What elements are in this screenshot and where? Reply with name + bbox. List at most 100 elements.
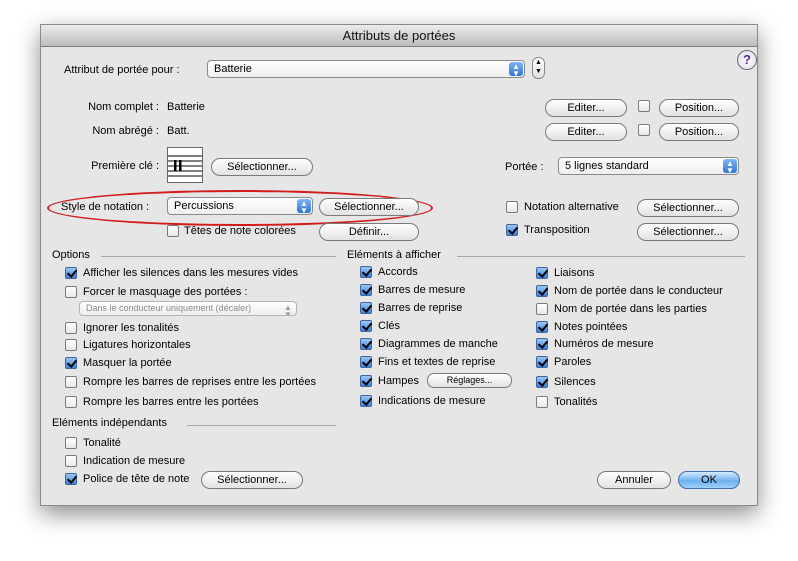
hide-staff-checkbox[interactable] [65,357,77,369]
rests-checkbox[interactable] [536,376,548,388]
short-name-value: Batt. [167,125,190,137]
full-name-position-checkbox[interactable] [638,100,650,112]
popup-arrows-icon: ▲ ▼ [284,303,292,316]
transposition-select-button[interactable]: Sélectionner... [637,223,739,241]
dotted-notes-checkbox[interactable] [536,321,548,333]
cancel-button[interactable]: Annuler [597,471,671,489]
option-label: Masquer la portée [83,357,172,369]
independent-separator [187,425,336,426]
percussion-clef-icon [168,155,202,177]
display-label: Liaisons [554,267,595,279]
independent-label: Tonalité [83,437,121,449]
option-label: Forcer le masquage des portées : [83,286,248,298]
notation-style-value: Percussions [174,200,234,212]
option-label: Afficher les silences dans les mesures v… [83,267,299,279]
options-separator [101,256,336,257]
display-label: Barres de mesure [378,284,466,296]
display-label: Clés [378,320,401,332]
display-label: Diagrammes de manche [378,338,498,350]
masking-mode-popup[interactable]: Dans le conducteur uniquement (décaler) … [79,301,297,316]
display-label: Barres de reprise [378,302,463,314]
stems-checkbox[interactable] [360,375,372,387]
notation-select-button[interactable]: Sélectionner... [319,198,419,216]
option-label: Ignorer les tonalités [83,322,179,334]
independent-title: Eléments indépendants [52,417,167,429]
full-name-position-button[interactable]: Position... [659,99,739,117]
display-separator [457,256,745,257]
staff-type-value: 5 lignes standard [565,160,649,172]
alt-notation-checkbox[interactable] [506,201,518,213]
clef-select-button[interactable]: Sélectionner... [211,158,313,176]
option-label: Rompre les barres entre les portées [83,396,259,408]
display-label: Numéros de mesure [554,338,654,350]
break-repeat-bars-checkbox[interactable] [65,376,77,388]
notation-style-label: Style de notation : [61,201,150,213]
colored-noteheads-label: Têtes de note colorées [184,225,296,237]
staff-label: Portée : [505,161,544,173]
ignore-keys-checkbox[interactable] [65,322,77,334]
display-label: Tonalités [554,396,598,408]
display-label: Indications de mesure [378,395,486,407]
endings-checkbox[interactable] [360,356,372,368]
display-title: Eléments à afficher [347,249,441,261]
lyrics-checkbox[interactable] [536,356,548,368]
key-signatures-checkbox[interactable] [536,396,548,408]
popup-arrows-icon: ▲ ▼ [509,62,523,77]
edit-short-name-button[interactable]: Editer... [545,123,627,141]
notation-style-popup[interactable]: Percussions ▲ ▼ [167,197,313,215]
independent-label: Police de tête de note [83,473,190,485]
staff-type-popup[interactable]: 5 lignes standard ▲ ▼ [558,157,739,175]
chords-checkbox[interactable] [360,266,372,278]
independent-key-checkbox[interactable] [65,437,77,449]
display-label: Nom de portée dans le conducteur [554,285,723,297]
display-label: Hampes [378,375,419,387]
staff-name-parts-checkbox[interactable] [536,303,548,315]
horizontal-beams-checkbox[interactable] [65,339,77,351]
clef-preview [167,147,203,183]
display-label: Nom de portée dans les parties [554,303,707,315]
full-name-value: Batterie [167,101,205,113]
masking-mode-value: Dans le conducteur uniquement (décaler) [86,303,252,313]
independent-time-checkbox[interactable] [65,455,77,467]
staff-for-popup[interactable]: Batterie ▲ ▼ [207,60,525,78]
repeat-bars-checkbox[interactable] [360,302,372,314]
option-label: Rompre les barres de reprises entre les … [83,376,316,388]
window-title: Attributs de portées [41,25,757,47]
staff-attributes-dialog: Attributs de portées ? Attribut de porté… [40,24,758,506]
ok-button[interactable]: OK [678,471,740,489]
independent-label: Indication de mesure [83,455,186,467]
short-name-position-checkbox[interactable] [638,124,650,136]
staff-for-label: Attribut de portée pour : [64,64,180,76]
clefs-checkbox[interactable] [360,320,372,332]
options-title: Options [52,249,90,261]
display-label: Notes pointées [554,321,628,333]
staff-for-value: Batterie [214,63,252,75]
short-name-position-button[interactable]: Position... [659,123,739,141]
staff-stepper[interactable]: ▲ ▼ [532,57,545,79]
show-rests-empty-checkbox[interactable] [65,267,77,279]
force-hide-staves-checkbox[interactable] [65,286,77,298]
stems-settings-button[interactable]: Réglages... [427,373,512,388]
help-icon[interactable]: ? [737,50,757,70]
transposition-label: Transposition [524,224,590,236]
edit-full-name-button[interactable]: Editer... [545,99,627,117]
fretboard-diagrams-checkbox[interactable] [360,338,372,350]
display-label: Fins et textes de reprise [378,356,496,368]
option-label: Ligatures horizontales [83,339,191,351]
alt-notation-select-button[interactable]: Sélectionner... [637,199,739,217]
staff-name-score-checkbox[interactable] [536,285,548,297]
time-signatures-checkbox[interactable] [360,395,372,407]
full-name-label: Nom complet : [88,101,159,113]
display-label: Paroles [554,356,592,368]
measure-numbers-checkbox[interactable] [536,338,548,350]
colored-noteheads-checkbox[interactable] [167,225,179,237]
barlines-checkbox[interactable] [360,284,372,296]
notehead-font-select-button[interactable]: Sélectionner... [201,471,303,489]
notehead-font-checkbox[interactable] [65,473,77,485]
popup-arrows-icon: ▲ ▼ [723,159,737,174]
ties-checkbox[interactable] [536,267,548,279]
define-button[interactable]: Définir... [319,223,419,241]
transposition-checkbox[interactable] [506,224,518,236]
break-barlines-checkbox[interactable] [65,396,77,408]
short-name-label: Nom abrégé : [92,125,159,137]
